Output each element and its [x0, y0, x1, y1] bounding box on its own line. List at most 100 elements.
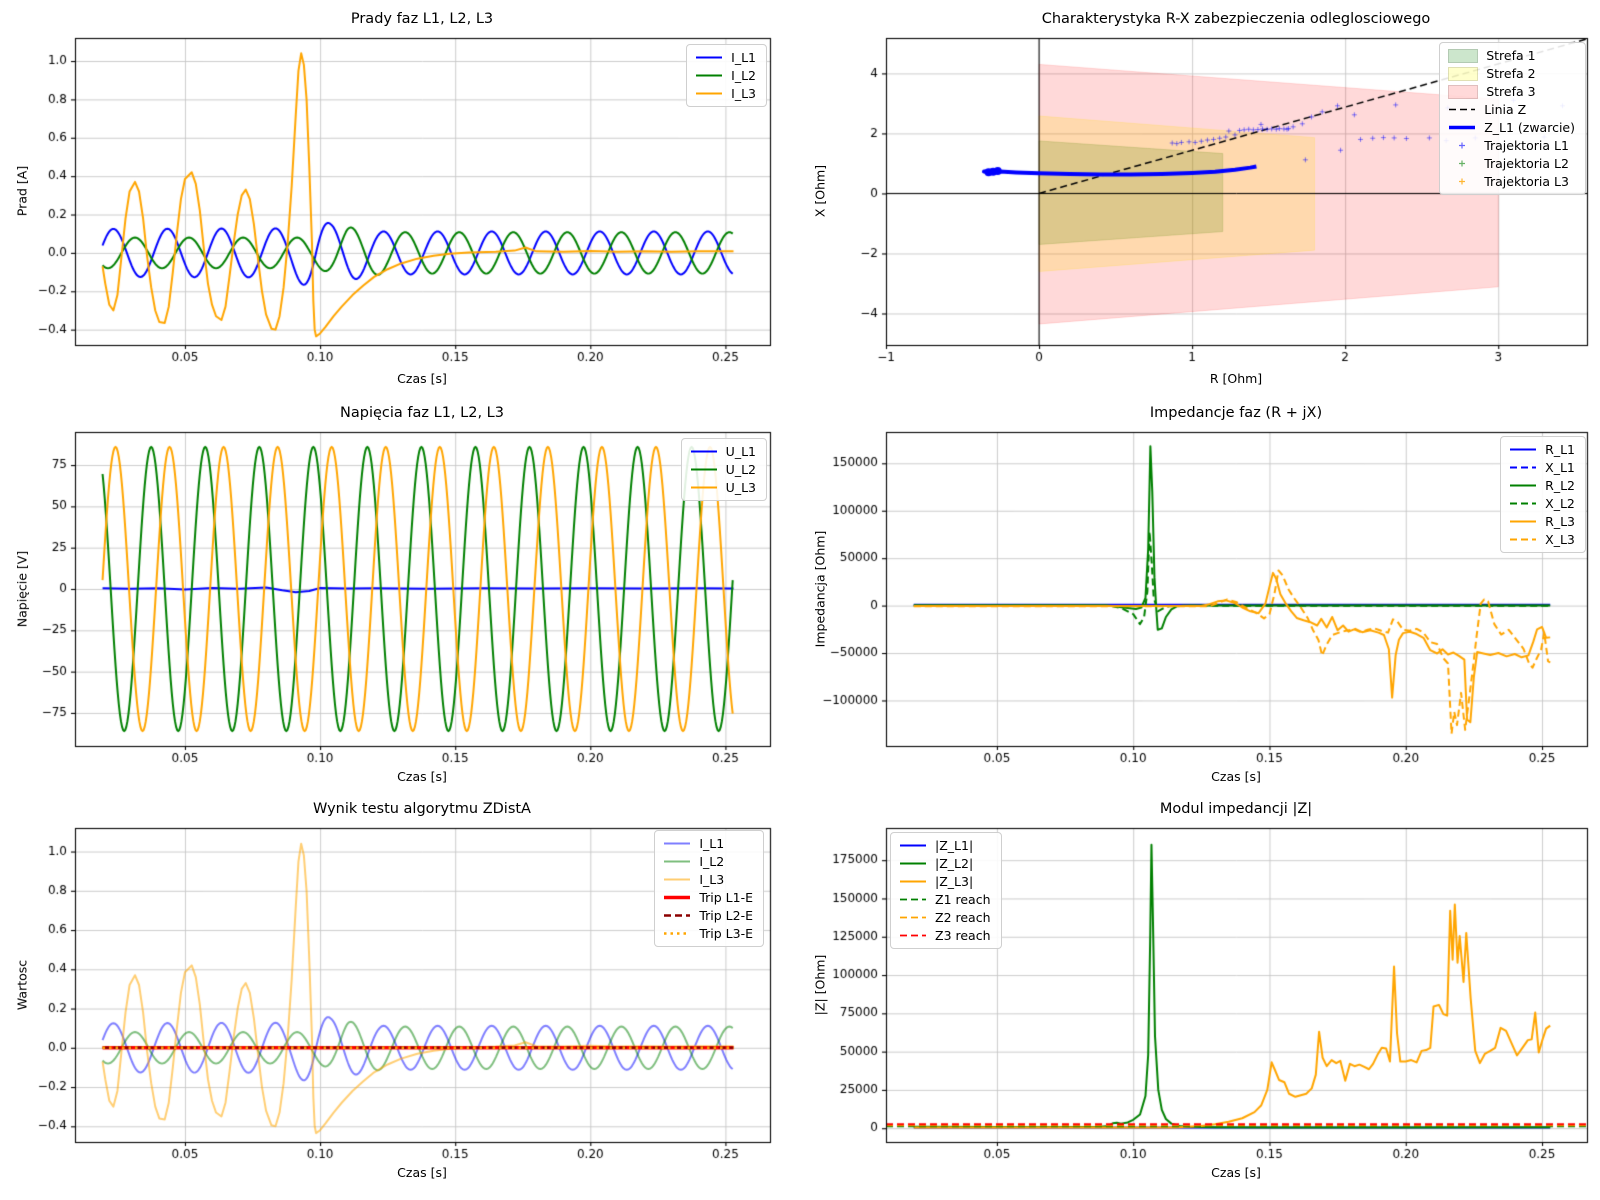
- legend-entry: I_L2: [663, 854, 753, 869]
- chart-title: Impedancje faz (R + jX): [1150, 405, 1322, 421]
- legend-entry: U_L3: [690, 480, 756, 495]
- legend-label: |Z_L3|: [935, 874, 973, 889]
- legend: Strefa 1Strefa 2Strefa 3Linia ZZ_L1 (zwa…: [1439, 42, 1586, 195]
- legend-patch-swatch: [1448, 67, 1478, 81]
- legend-entry: Z_L1 (zwarcie): [1448, 120, 1575, 135]
- legend-entry: Z3 reach: [899, 928, 991, 943]
- legend-label: U_L2: [726, 462, 756, 477]
- chart-title: Charakterystyka R-X zabezpieczenia odleg…: [1042, 11, 1431, 27]
- legend-line-swatch: [695, 51, 723, 64]
- legend-label: Trajektoria L2: [1484, 156, 1569, 171]
- legend-entry: X_L1: [1509, 460, 1575, 475]
- panel-impedance-modulus: Modul impedancji |Z| Czas [s] |Z| [Ohm] …: [800, 800, 1600, 1200]
- legend-line-swatch: [663, 837, 691, 850]
- legend-entry: Trajektoria L2: [1448, 156, 1575, 171]
- legend-label: Trip L3-E: [699, 926, 753, 941]
- page-title: Prady faz L1, L2, L3: [351, 11, 493, 27]
- legend-label: Trajektoria L3: [1484, 174, 1569, 189]
- y-axis-label: Napięcie [V]: [15, 551, 30, 627]
- legend-line-swatch: [899, 911, 927, 924]
- x-axis-label: Czas [s]: [1211, 769, 1261, 784]
- legend-line-swatch: [663, 891, 691, 904]
- legend: |Z_L1| |Z_L2| |Z_L3| Z1 reach Z2 reach Z3 rea…: [890, 832, 1002, 949]
- legend-entry: Strefa 3: [1448, 84, 1575, 99]
- legend-entry: I_L3: [663, 872, 753, 887]
- legend-label: I_L2: [731, 68, 756, 83]
- legend-marker-swatch: [1448, 175, 1476, 188]
- legend-label: I_L3: [731, 86, 756, 101]
- legend-entry: |Z_L2|: [899, 856, 991, 871]
- legend-line-swatch: [1509, 443, 1537, 456]
- legend-label: R_L1: [1545, 442, 1575, 457]
- legend-label: Trajektoria L1: [1484, 138, 1569, 153]
- legend-label: Trip L2-E: [699, 908, 753, 923]
- x-axis-label: Czas [s]: [397, 371, 447, 386]
- legend-label: R_L3: [1545, 514, 1575, 529]
- legend-line-swatch: [1448, 121, 1476, 134]
- legend-label: U_L1: [726, 444, 756, 459]
- legend-entry: I_L2: [695, 68, 756, 83]
- legend-entry: |Z_L3|: [899, 874, 991, 889]
- legend-entry: I_L1: [695, 50, 756, 65]
- legend-line-swatch: [899, 875, 927, 888]
- legend-entry: Linia Z: [1448, 102, 1575, 117]
- legend-label: Linia Z: [1484, 102, 1526, 117]
- y-axis-label: Wartosc: [15, 960, 30, 1010]
- x-axis-label: Czas [s]: [397, 769, 447, 784]
- panel-phase-impedances: Impedancje faz (R + jX) Czas [s] Impedan…: [800, 400, 1600, 800]
- legend-entry: Z1 reach: [899, 892, 991, 907]
- legend-entry: I_L3: [695, 86, 756, 101]
- legend-line-swatch: [695, 87, 723, 100]
- legend-line-swatch: [690, 445, 718, 458]
- legend-entry: Trip L1-E: [663, 890, 753, 905]
- legend-marker-swatch: [1448, 139, 1476, 152]
- chart-title: Modul impedancji |Z|: [1160, 801, 1312, 817]
- chart-title: Napięcia faz L1, L2, L3: [340, 405, 504, 421]
- legend: I_L1 I_L2 I_L3: [686, 44, 767, 107]
- x-axis-label: Czas [s]: [397, 1165, 447, 1180]
- y-axis-label: Prad [A]: [15, 166, 30, 216]
- legend-entry: Strefa 2: [1448, 66, 1575, 81]
- legend-entry: X_L2: [1509, 496, 1575, 511]
- legend-entry: |Z_L1|: [899, 838, 991, 853]
- legend-entry: Trajektoria L3: [1448, 174, 1575, 189]
- legend-line-swatch: [663, 855, 691, 868]
- legend-entry: Trajektoria L1: [1448, 138, 1575, 153]
- legend-line-swatch: [690, 463, 718, 476]
- legend-entry: I_L1: [663, 836, 753, 851]
- legend-line-swatch: [690, 481, 718, 494]
- legend-patch-swatch: [1448, 85, 1478, 99]
- legend-line-swatch: [1509, 497, 1537, 510]
- legend-label: X_L3: [1545, 532, 1575, 547]
- legend-line-swatch: [663, 873, 691, 886]
- x-axis-label: Czas [s]: [1211, 1165, 1261, 1180]
- legend-line-swatch: [663, 927, 691, 940]
- phase-impedances-plot-canvas: [800, 400, 1600, 800]
- legend-label: Strefa 3: [1486, 84, 1535, 99]
- legend-entry: U_L2: [690, 462, 756, 477]
- y-axis-label: X [Ohm]: [813, 165, 828, 217]
- legend-entry: R_L3: [1509, 514, 1575, 529]
- matplotlib-figure: Prady faz L1, L2, L3 Czas [s] Prad [A] I…: [0, 0, 1600, 1200]
- legend-line-swatch: [1448, 103, 1476, 116]
- legend-line-swatch: [695, 69, 723, 82]
- legend-line-swatch: [1509, 515, 1537, 528]
- legend-label: Strefa 2: [1486, 66, 1535, 81]
- legend-label: R_L2: [1545, 478, 1575, 493]
- panel-phase-voltages: Napięcia faz L1, L2, L3 Czas [s] Napięci…: [0, 400, 800, 800]
- legend-label: I_L1: [699, 836, 724, 851]
- legend-entry: Trip L3-E: [663, 926, 753, 941]
- legend-label: Z1 reach: [935, 892, 991, 907]
- legend-label: I_L2: [699, 854, 724, 869]
- legend-label: X_L1: [1545, 460, 1575, 475]
- legend-line-swatch: [899, 893, 927, 906]
- x-axis-label: R [Ohm]: [1210, 371, 1262, 386]
- legend-label: U_L3: [726, 480, 756, 495]
- legend-label: |Z_L1|: [935, 838, 973, 853]
- legend-label: X_L2: [1545, 496, 1575, 511]
- legend-label: Z2 reach: [935, 910, 991, 925]
- legend-label: |Z_L2|: [935, 856, 973, 871]
- legend-marker-swatch: [1448, 157, 1476, 170]
- legend-entry: Z2 reach: [899, 910, 991, 925]
- legend-label: Trip L1-E: [699, 890, 753, 905]
